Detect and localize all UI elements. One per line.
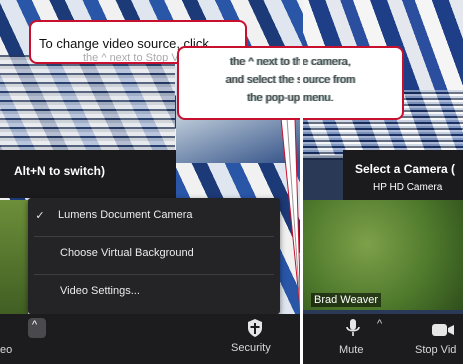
video-source-menu: ✓ Lumens Document Camera Choose Virtual … [28,198,280,314]
menu-item-label: Video Settings... [60,285,140,297]
camera-option-hp-hd[interactable]: HP HD Camera [373,182,442,193]
menu-divider [34,274,274,275]
menu-item-video-settings[interactable]: Video Settings... [28,276,280,306]
video-button-label: eo [0,344,13,356]
participant-name-label: Brad Weaver [311,293,381,307]
panel-divider [300,48,303,364]
security-label: Security [231,342,271,354]
callout-line: the ^ next to the camera, [230,56,351,68]
select-camera-panel: Select a Camera ( HP HD Camera [343,150,463,200]
menu-divider [34,236,274,237]
switch-hint-panel: Alt+N to switch) [0,150,176,198]
camera-icon [432,324,454,336]
video-options-chevron-button[interactable]: ^ [28,318,46,338]
callout-line: the pop-up menu. [247,92,334,104]
shield-icon [248,319,262,337]
security-button[interactable]: Security [225,318,285,360]
callout-line: and select the source from [225,74,356,86]
microphone-icon [346,319,360,336]
stop-video-label: Stop Vid [415,344,457,356]
chevron-up-icon: ^ [32,319,38,331]
switch-hint-text: Alt+N to switch) [14,164,106,178]
chevron-up-icon[interactable]: ^ [377,318,382,330]
menu-item-label: Choose Virtual Background [60,247,194,259]
callout-pointer [280,118,301,318]
instruction-callout-right: the ^ next to the camera, and select the… [177,46,404,120]
checkmark-icon: ✓ [35,209,45,222]
video-glitch-area [0,55,175,150]
mute-label: Mute [339,344,364,356]
mute-button[interactable]: Mute [333,318,373,360]
stop-video-button[interactable]: Stop Vid [395,318,463,360]
select-camera-title: Select a Camera ( [355,162,456,176]
menu-item-lumens-document-camera[interactable]: ✓ Lumens Document Camera [28,200,280,230]
menu-item-label: Lumens Document Camera [58,209,193,221]
menu-item-choose-virtual-background[interactable]: Choose Virtual Background [28,238,280,268]
grass-background [0,200,30,320]
